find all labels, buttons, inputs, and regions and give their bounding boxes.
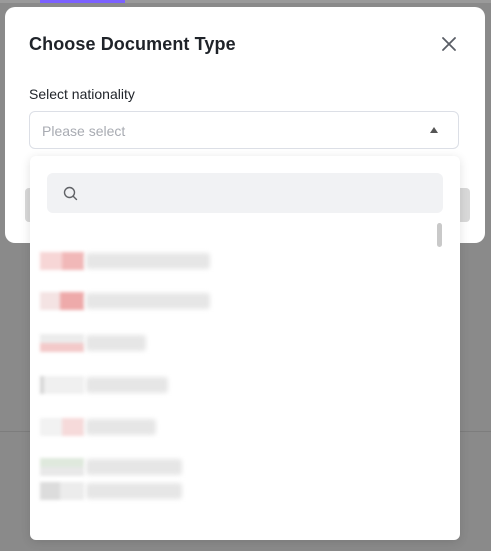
option-flag-icon <box>40 482 84 500</box>
option-label <box>86 419 156 435</box>
search-icon <box>63 186 78 201</box>
nationality-select[interactable]: Please select <box>29 111 459 149</box>
option-item[interactable] <box>40 250 220 272</box>
option-flag-icon <box>40 252 84 270</box>
option-item[interactable] <box>40 332 220 354</box>
page-top-bar <box>0 0 491 3</box>
option-flag-icon <box>40 334 84 352</box>
option-label <box>86 483 182 499</box>
active-tab-indicator <box>40 0 125 3</box>
option-flag-icon <box>40 376 84 394</box>
close-icon <box>442 37 456 51</box>
option-label <box>86 459 182 475</box>
dropdown-scrollbar[interactable] <box>437 223 442 247</box>
nationality-dropdown <box>30 156 460 540</box>
option-label <box>86 377 168 393</box>
option-label <box>86 335 146 351</box>
option-item[interactable] <box>40 416 220 438</box>
search-input[interactable] <box>87 173 431 215</box>
select-placeholder: Please select <box>42 123 126 139</box>
option-label <box>86 253 210 269</box>
option-item[interactable] <box>40 480 220 502</box>
option-item[interactable] <box>40 456 220 478</box>
option-label <box>86 293 210 309</box>
option-flag-icon <box>40 292 84 310</box>
option-item[interactable] <box>40 374 220 396</box>
nationality-field-label: Select nationality <box>29 86 135 102</box>
option-flag-icon <box>40 418 84 436</box>
option-flag-icon <box>40 458 84 476</box>
caret-up-icon <box>430 127 438 133</box>
option-item[interactable] <box>40 290 220 312</box>
dropdown-search <box>47 173 443 215</box>
close-button[interactable] <box>438 33 460 55</box>
modal-title: Choose Document Type <box>29 34 236 54</box>
